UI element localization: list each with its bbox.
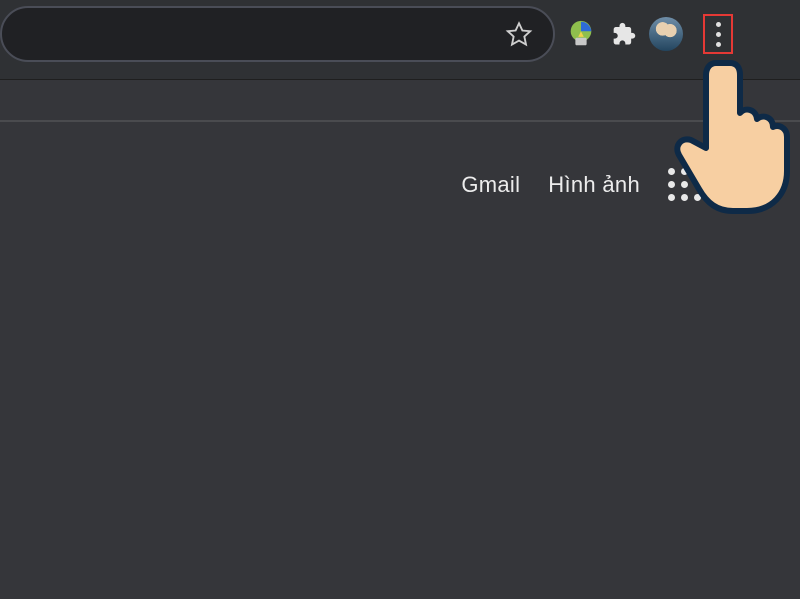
gmail-link[interactable]: Gmail [461, 172, 520, 198]
extensions-icon[interactable] [609, 20, 637, 48]
google-header-links: Gmail Hình ảnh [461, 155, 782, 215]
images-link[interactable]: Hình ảnh [548, 172, 640, 198]
profile-avatar-icon[interactable] [649, 17, 683, 51]
address-bar[interactable] [0, 6, 555, 62]
idm-extension-icon[interactable] [565, 18, 597, 50]
google-apps-icon[interactable] [668, 168, 702, 202]
toolbar-actions [565, 6, 733, 62]
more-menu-button[interactable] [703, 14, 733, 54]
kebab-icon [716, 22, 721, 47]
account-avatar-icon[interactable] [730, 159, 782, 211]
bookmark-star-icon[interactable] [505, 20, 533, 48]
browser-toolbar [0, 0, 800, 80]
chrome-window: Gmail Hình ảnh [0, 0, 800, 599]
content-separator [0, 120, 800, 122]
